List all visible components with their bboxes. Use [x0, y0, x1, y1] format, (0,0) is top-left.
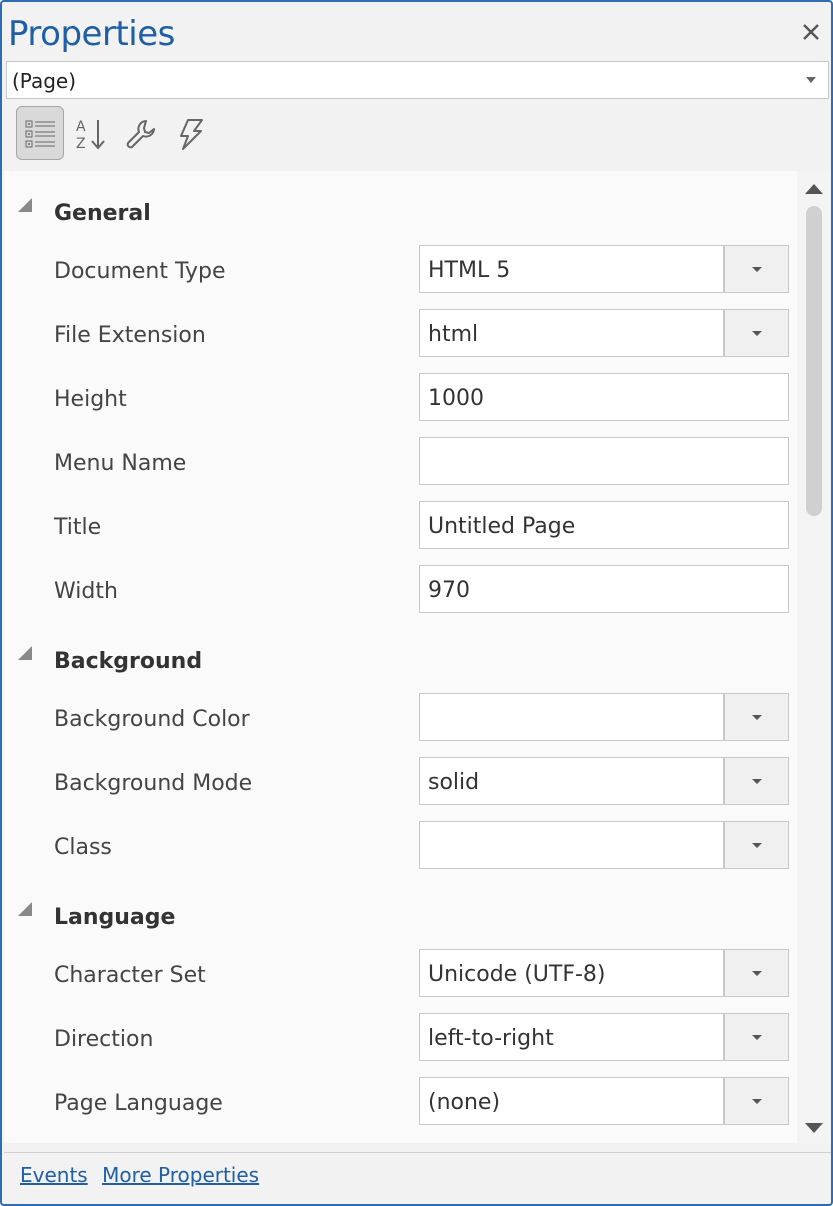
- field-value: Untitled Page: [428, 514, 576, 539]
- property-label: Width: [54, 579, 118, 604]
- property-label: Menu Name: [54, 451, 187, 476]
- section-background: Background: [4, 629, 797, 679]
- character-set-field[interactable]: Unicode (UTF-8): [419, 949, 724, 997]
- dropdown-button[interactable]: [724, 1013, 789, 1061]
- more-properties-link[interactable]: More Properties: [102, 1163, 259, 1187]
- property-label: Character Set: [54, 963, 206, 988]
- direction-field[interactable]: left-to-right: [419, 1013, 724, 1061]
- footer-divider: [4, 1152, 831, 1153]
- background-color-field[interactable]: [419, 693, 724, 741]
- sort-alphabetical-button[interactable]: A Z: [66, 106, 114, 160]
- scroll-thumb[interactable]: [806, 206, 822, 516]
- section-label: Language: [54, 905, 176, 930]
- scroll-down-arrow-icon[interactable]: [805, 1123, 823, 1133]
- scroll-up-arrow-icon[interactable]: [805, 184, 823, 194]
- property-label: Height: [54, 387, 127, 412]
- footer-links: Events More Properties: [20, 1163, 259, 1187]
- row-height: Height 1000: [4, 365, 797, 429]
- categorized-icon: [25, 120, 55, 148]
- field-value: Unicode (UTF-8): [428, 962, 606, 987]
- row-file-extension: File Extension html: [4, 301, 797, 365]
- background-mode-field[interactable]: solid: [419, 757, 724, 805]
- property-pages-button[interactable]: [116, 106, 164, 160]
- property-label: Background Mode: [54, 771, 253, 796]
- properties-panel: Properties (Page) A Z General Document T…: [0, 0, 833, 1206]
- events-button[interactable]: [166, 106, 214, 160]
- row-direction: Direction left-to-right: [4, 1005, 797, 1069]
- object-selector-value: (Page): [12, 69, 77, 93]
- close-button[interactable]: [799, 20, 823, 44]
- dropdown-button[interactable]: [724, 309, 789, 357]
- collapse-triangle-icon[interactable]: [18, 646, 32, 660]
- wrench-icon: [126, 120, 155, 149]
- chevron-down-icon: [806, 77, 816, 83]
- property-label: Document Type: [54, 259, 226, 284]
- class-field[interactable]: [419, 821, 724, 869]
- width-field[interactable]: 970: [419, 565, 789, 613]
- dropdown-button[interactable]: [724, 949, 789, 997]
- chevron-down-icon: [752, 779, 762, 784]
- section-language: Language: [4, 885, 797, 935]
- file-extension-field[interactable]: html: [419, 309, 724, 357]
- collapse-triangle-icon[interactable]: [18, 902, 32, 916]
- chevron-down-icon: [752, 843, 762, 848]
- property-label: Background Color: [54, 707, 250, 732]
- dropdown-button[interactable]: [724, 757, 789, 805]
- field-value: left-to-right: [428, 1026, 554, 1051]
- dropdown-button[interactable]: [724, 693, 789, 741]
- lightning-icon: [180, 119, 203, 150]
- row-class: Class: [4, 813, 797, 877]
- chevron-down-icon: [752, 331, 762, 336]
- property-label: Direction: [54, 1027, 154, 1052]
- svg-text:Z: Z: [76, 136, 86, 151]
- property-grid: General Document Type HTML 5 File Extens…: [4, 171, 797, 1143]
- section-label: General: [54, 201, 151, 226]
- row-background-mode: Background Mode solid: [4, 749, 797, 813]
- row-document-type: Document Type HTML 5: [4, 237, 797, 301]
- menu-name-field[interactable]: [419, 437, 789, 485]
- dropdown-button[interactable]: [724, 821, 789, 869]
- field-value: html: [428, 322, 479, 347]
- object-selector[interactable]: (Page): [6, 61, 829, 99]
- property-label: File Extension: [54, 323, 206, 348]
- row-width: Width 970: [4, 557, 797, 621]
- title-field[interactable]: Untitled Page: [419, 501, 789, 549]
- sort-alphabetical-icon: A Z: [76, 119, 105, 151]
- categorized-button[interactable]: [16, 106, 64, 160]
- chevron-down-icon: [752, 1035, 762, 1040]
- row-character-set: Character Set Unicode (UTF-8): [4, 941, 797, 1005]
- field-value: (none): [428, 1090, 501, 1115]
- field-value: 970: [428, 578, 470, 603]
- chevron-down-icon: [752, 1099, 762, 1104]
- panel-title: Properties: [8, 14, 175, 54]
- collapse-triangle-icon[interactable]: [18, 198, 32, 212]
- property-label: Page Language: [54, 1091, 223, 1116]
- height-field[interactable]: 1000: [419, 373, 789, 421]
- section-label: Background: [54, 649, 203, 674]
- row-background-color: Background Color: [4, 685, 797, 749]
- row-page-language: Page Language (none): [4, 1069, 797, 1133]
- dropdown-button[interactable]: [724, 245, 789, 293]
- document-type-field[interactable]: HTML 5: [419, 245, 724, 293]
- chevron-down-icon: [752, 267, 762, 272]
- property-label: Title: [54, 515, 102, 540]
- field-value: HTML 5: [428, 258, 511, 283]
- events-link[interactable]: Events: [20, 1163, 88, 1187]
- field-value: solid: [428, 770, 480, 795]
- field-value: 1000: [428, 386, 484, 411]
- row-menu-name: Menu Name: [4, 429, 797, 493]
- chevron-down-icon: [752, 715, 762, 720]
- vertical-scrollbar[interactable]: [797, 171, 831, 1143]
- page-language-field[interactable]: (none): [419, 1077, 724, 1125]
- row-title: Title Untitled Page: [4, 493, 797, 557]
- property-label: Class: [54, 835, 112, 860]
- chevron-down-icon: [752, 971, 762, 976]
- dropdown-button[interactable]: [724, 1077, 789, 1125]
- section-general: General: [4, 181, 797, 231]
- close-icon: [803, 24, 819, 40]
- svg-text:A: A: [76, 119, 86, 135]
